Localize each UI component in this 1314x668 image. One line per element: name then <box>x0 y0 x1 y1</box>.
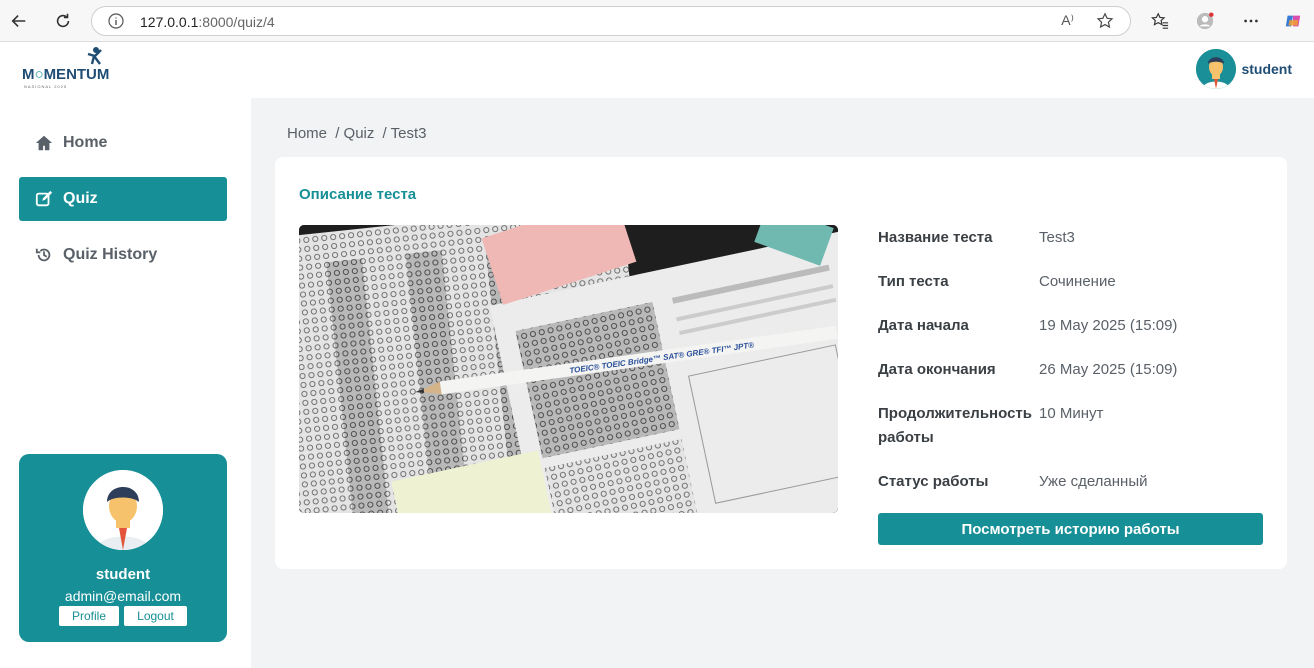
favorites-icon[interactable] <box>1146 8 1174 34</box>
info-value: 19 May 2025 (15:09) <box>1039 317 1178 334</box>
momentum-logo[interactable]: M○MENTUM NASIONAL 2025 <box>22 46 112 90</box>
quiz-cover-image: TOEIC® TOEIC Bridge™ SAT® GRE® TFI™ JPT® <box>299 225 838 513</box>
user-card-email: admin@email.com <box>64 588 182 604</box>
info-value: 26 May 2025 (15:09) <box>1039 361 1178 378</box>
back-icon[interactable] <box>5 8 33 34</box>
address-bar[interactable]: 127.0.0.1:8000/quiz/4 A⁾ <box>91 6 1131 36</box>
info-label: Продолжительность работы <box>878 405 1032 446</box>
sidebar-item-quiz[interactable]: Quiz <box>19 177 227 221</box>
info-label: Название теста <box>878 229 993 246</box>
sidebar: Home Quiz Quiz History student admin@ema… <box>0 98 251 668</box>
breadcrumb: Home / Quiz / Test3 <box>287 125 430 142</box>
copilot-icon[interactable] <box>1279 8 1307 34</box>
url-text[interactable]: 127.0.0.1:8000/quiz/4 <box>140 14 275 30</box>
user-card-name: student <box>95 566 151 583</box>
info-label: Тип теста <box>878 273 949 290</box>
breadcrumb-quiz[interactable]: / Quiz <box>335 125 374 142</box>
sidebar-item-home[interactable]: Home <box>19 121 227 165</box>
quiz-detail-panel: Описание теста TOEIC® TOEIC Bridge™ SAT®… <box>275 157 1287 569</box>
info-icon[interactable] <box>108 13 124 29</box>
sidebar-item-quiz-history[interactable]: Quiz History <box>19 233 227 277</box>
info-label: Статус работы <box>878 473 989 490</box>
profile-button[interactable]: Profile <box>59 606 119 626</box>
sidebar-item-label: Quiz History <box>63 246 158 263</box>
avatar <box>83 470 163 550</box>
reload-icon[interactable] <box>49 8 77 34</box>
info-label: Дата окончания <box>878 361 996 378</box>
read-aloud-icon[interactable]: A⁾ <box>1061 12 1074 29</box>
avatar <box>1196 49 1237 89</box>
info-value: Сочинение <box>1039 273 1116 290</box>
breadcrumb-current: / Test3 <box>382 125 427 142</box>
info-value: Уже сделанный <box>1039 473 1148 490</box>
info-label: Дата начала <box>878 317 969 334</box>
app-header: M○MENTUM NASIONAL 2025 student <box>0 42 1314 98</box>
info-value: Test3 <box>1039 229 1075 246</box>
header-username: student <box>1241 61 1292 77</box>
edit-icon <box>35 190 53 207</box>
profile-icon[interactable] <box>1191 8 1219 34</box>
more-icon[interactable] <box>1237 8 1265 34</box>
user-card: student admin@email.com Profile Logout <box>19 454 227 642</box>
panel-title: Описание теста <box>299 186 417 203</box>
favorite-star-icon[interactable] <box>1096 12 1114 30</box>
logo-subtitle: NASIONAL 2025 <box>24 84 68 89</box>
logo-word: M○MENTUM <box>22 66 110 83</box>
history-icon <box>35 248 51 262</box>
sidebar-item-label: Quiz <box>63 190 98 207</box>
home-icon <box>35 135 53 151</box>
breadcrumb-home[interactable]: Home <box>287 125 327 142</box>
view-history-button[interactable]: Посмотреть историю работы <box>878 513 1263 545</box>
logout-button[interactable]: Logout <box>124 606 187 626</box>
header-user-menu[interactable]: student <box>1196 48 1292 90</box>
info-value: 10 Минут <box>1039 405 1104 422</box>
sidebar-item-label: Home <box>63 134 108 151</box>
browser-toolbar: 127.0.0.1:8000/quiz/4 A⁾ <box>0 0 1314 42</box>
